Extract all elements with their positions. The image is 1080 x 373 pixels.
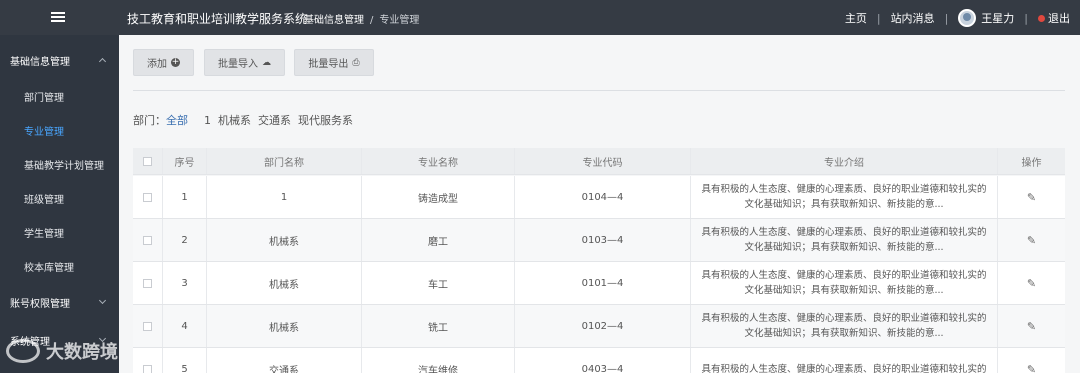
filter-option[interactable]: 交通系	[258, 114, 291, 127]
sidebar-item-school-library[interactable]: 校本库管理	[0, 259, 119, 274]
plus-icon: +	[171, 57, 180, 67]
filter-label: 部门：	[133, 114, 166, 127]
user-name[interactable]: 王星力	[981, 10, 1014, 26]
edit-icon[interactable]: ✎	[1027, 277, 1036, 290]
breadcrumb-separator: /	[370, 15, 374, 26]
row-checkbox[interactable]	[143, 235, 152, 245]
row-checkbox[interactable]	[143, 321, 152, 331]
power-icon	[1038, 14, 1045, 22]
sidebar: 基础信息管理 部门管理 专业管理 基础教学计划管理 班级管理 学生管理 校本库管…	[0, 35, 119, 373]
table-row: 3 机械系 车工 0101—4 具有积极的人生态度、健康的心理素质、良好的职业道…	[133, 262, 1065, 305]
filter-option[interactable]: 现代服务系	[298, 114, 353, 127]
table-row: 2 机械系 磨工 0103—4 具有积极的人生态度、健康的心理素质、良好的职业道…	[133, 219, 1065, 262]
row-checkbox[interactable]	[143, 278, 152, 288]
cloud-upload-icon: ☁	[262, 57, 271, 68]
sidebar-item-teaching-plan[interactable]: 基础教学计划管理	[0, 157, 119, 172]
printer-icon: ⎙	[352, 57, 360, 68]
filter-option[interactable]: 机械系	[218, 114, 251, 127]
edit-icon[interactable]: ✎	[1027, 363, 1036, 373]
logout-link[interactable]: 退出	[1048, 10, 1070, 26]
messages-link[interactable]: 站内消息	[891, 10, 935, 26]
divider	[133, 90, 1065, 91]
add-button[interactable]: 添加 +	[133, 49, 194, 76]
row-checkbox[interactable]	[143, 364, 152, 373]
breadcrumb: 基础信息管理 / 专业管理	[304, 11, 419, 26]
avatar[interactable]	[958, 9, 977, 27]
select-all-checkbox[interactable]	[143, 156, 152, 166]
sidebar-item-class[interactable]: 班级管理	[0, 191, 119, 206]
column-header: 部门名称	[207, 148, 362, 174]
edit-icon[interactable]: ✎	[1027, 320, 1036, 333]
app-title: 技工教育和职业培训教学服务系统	[127, 12, 308, 26]
sidebar-item-basic-info[interactable]: 基础信息管理	[0, 53, 119, 68]
edit-icon[interactable]: ✎	[1027, 191, 1036, 204]
department-filter: 部门：全部 1 机械系 交通系 现代服务系	[133, 112, 360, 128]
sidebar-item-major[interactable]: 专业管理	[0, 123, 119, 138]
sidebar-item-student[interactable]: 学生管理	[0, 225, 119, 240]
sidebar-item-dept[interactable]: 部门管理	[0, 89, 119, 104]
column-header: 专业代码	[515, 148, 691, 174]
watermark: 大数跨境	[6, 338, 118, 364]
table-row: 1 1 铸造成型 0104—4 具有积极的人生态度、健康的心理素质、良好的职业道…	[133, 176, 1065, 219]
column-header: 序号	[163, 148, 207, 174]
column-header: 专业介绍	[691, 148, 998, 174]
filter-option-all[interactable]: 全部	[166, 114, 188, 127]
column-header: 专业名称	[362, 148, 515, 174]
breadcrumb-item-current: 专业管理	[379, 15, 420, 26]
edit-icon[interactable]: ✎	[1027, 234, 1036, 247]
chevron-down-icon	[98, 296, 107, 305]
table-row: 4 机械系 铣工 0102—4 具有积极的人生态度、健康的心理素质、良好的职业道…	[133, 305, 1065, 348]
home-link[interactable]: 主页	[845, 10, 867, 26]
row-checkbox[interactable]	[143, 192, 152, 202]
column-header: 操作	[1021, 157, 1042, 169]
filter-count: 1	[204, 114, 211, 127]
menu-icon[interactable]	[51, 12, 65, 22]
table-row: 5 交通系 汽车维修 0403—4 具有积极的人生态度、健康的心理素质、良好的职…	[133, 348, 1065, 373]
sidebar-item-account[interactable]: 账号权限管理	[0, 295, 119, 310]
main-content: 添加 + 批量导入 ☁ 批量导出 ⎙ 部门：全部 1 机械系 交通系 现代服务系 序号 部门名…	[119, 35, 1080, 373]
watermark-logo-icon	[6, 339, 40, 363]
chevron-up-icon	[98, 57, 107, 66]
batch-import-button[interactable]: 批量导入 ☁	[204, 49, 285, 76]
table-header: 序号 部门名称 专业名称 专业代码 专业介绍 操作	[133, 148, 1065, 175]
batch-export-button[interactable]: 批量导出 ⎙	[294, 49, 374, 76]
top-bar: 技工教育和职业培训教学服务系统 基础信息管理 / 专业管理 主页 | 站内消息 | …	[0, 0, 1080, 35]
breadcrumb-item-basic-info[interactable]: 基础信息管理	[304, 15, 364, 26]
top-right-nav: 主页 | 站内消息 | 王星力 | 退出	[845, 9, 1070, 27]
